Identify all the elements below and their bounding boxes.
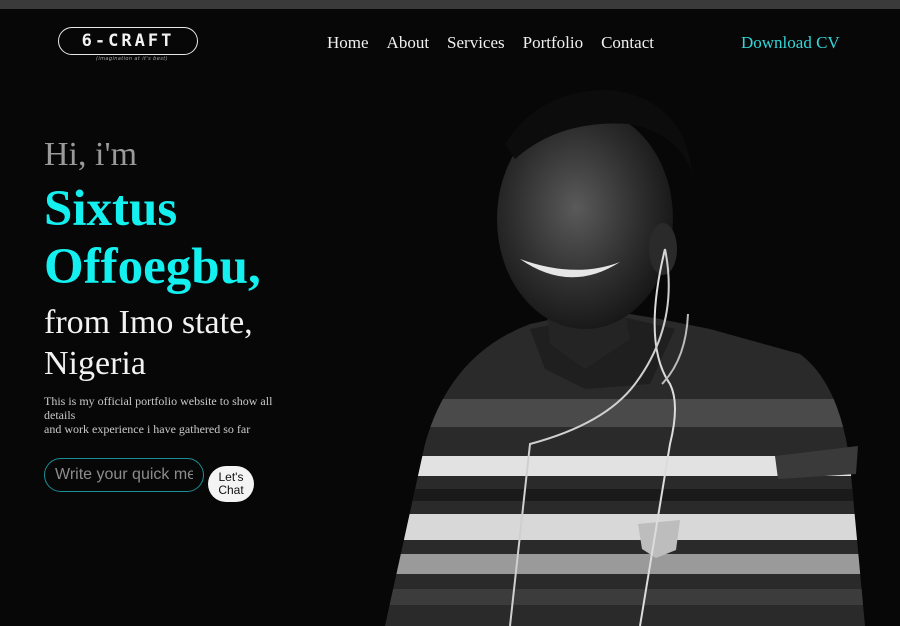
hero-name-first: Sixtus — [44, 181, 178, 237]
nav-home[interactable]: Home — [327, 33, 369, 53]
logo-tagline: (imagination at it's best) — [96, 56, 168, 62]
main-nav: Home About Services Portfolio Contact — [327, 33, 654, 53]
logo-text: 6-CRAFT — [81, 31, 175, 51]
hero-name: Sixtus Offoegbu, — [44, 180, 261, 296]
nav-services[interactable]: Services — [447, 33, 505, 53]
browser-top-strip — [0, 0, 900, 9]
lets-chat-label-line1: Let's — [218, 470, 244, 484]
portrait-ear — [649, 223, 677, 275]
download-cv-link[interactable]: Download CV — [741, 33, 840, 53]
nav-contact[interactable]: Contact — [601, 33, 654, 53]
nav-about[interactable]: About — [387, 33, 430, 53]
quick-message-input[interactable] — [44, 458, 204, 492]
portrait-photo — [385, 89, 865, 626]
hero-greeting: Hi, i'm — [44, 136, 138, 173]
hero-origin: from Imo state, Nigeria — [44, 302, 253, 384]
lets-chat-button[interactable]: Let's Chat — [208, 466, 254, 502]
nav-portfolio[interactable]: Portfolio — [523, 33, 583, 53]
hero-origin-line1: from Imo state, — [44, 304, 253, 341]
hero-description-line1: This is my official portfolio website to… — [44, 394, 273, 422]
site-logo[interactable]: 6-CRAFT — [58, 27, 198, 55]
hero-description: This is my official portfolio website to… — [44, 394, 284, 436]
lets-chat-label-line2: Chat — [218, 483, 244, 497]
hero-origin-line2: Nigeria — [44, 345, 146, 382]
hero-name-last: Offoegbu, — [44, 239, 261, 295]
hero-description-line2: and work experience i have gathered so f… — [44, 422, 251, 436]
